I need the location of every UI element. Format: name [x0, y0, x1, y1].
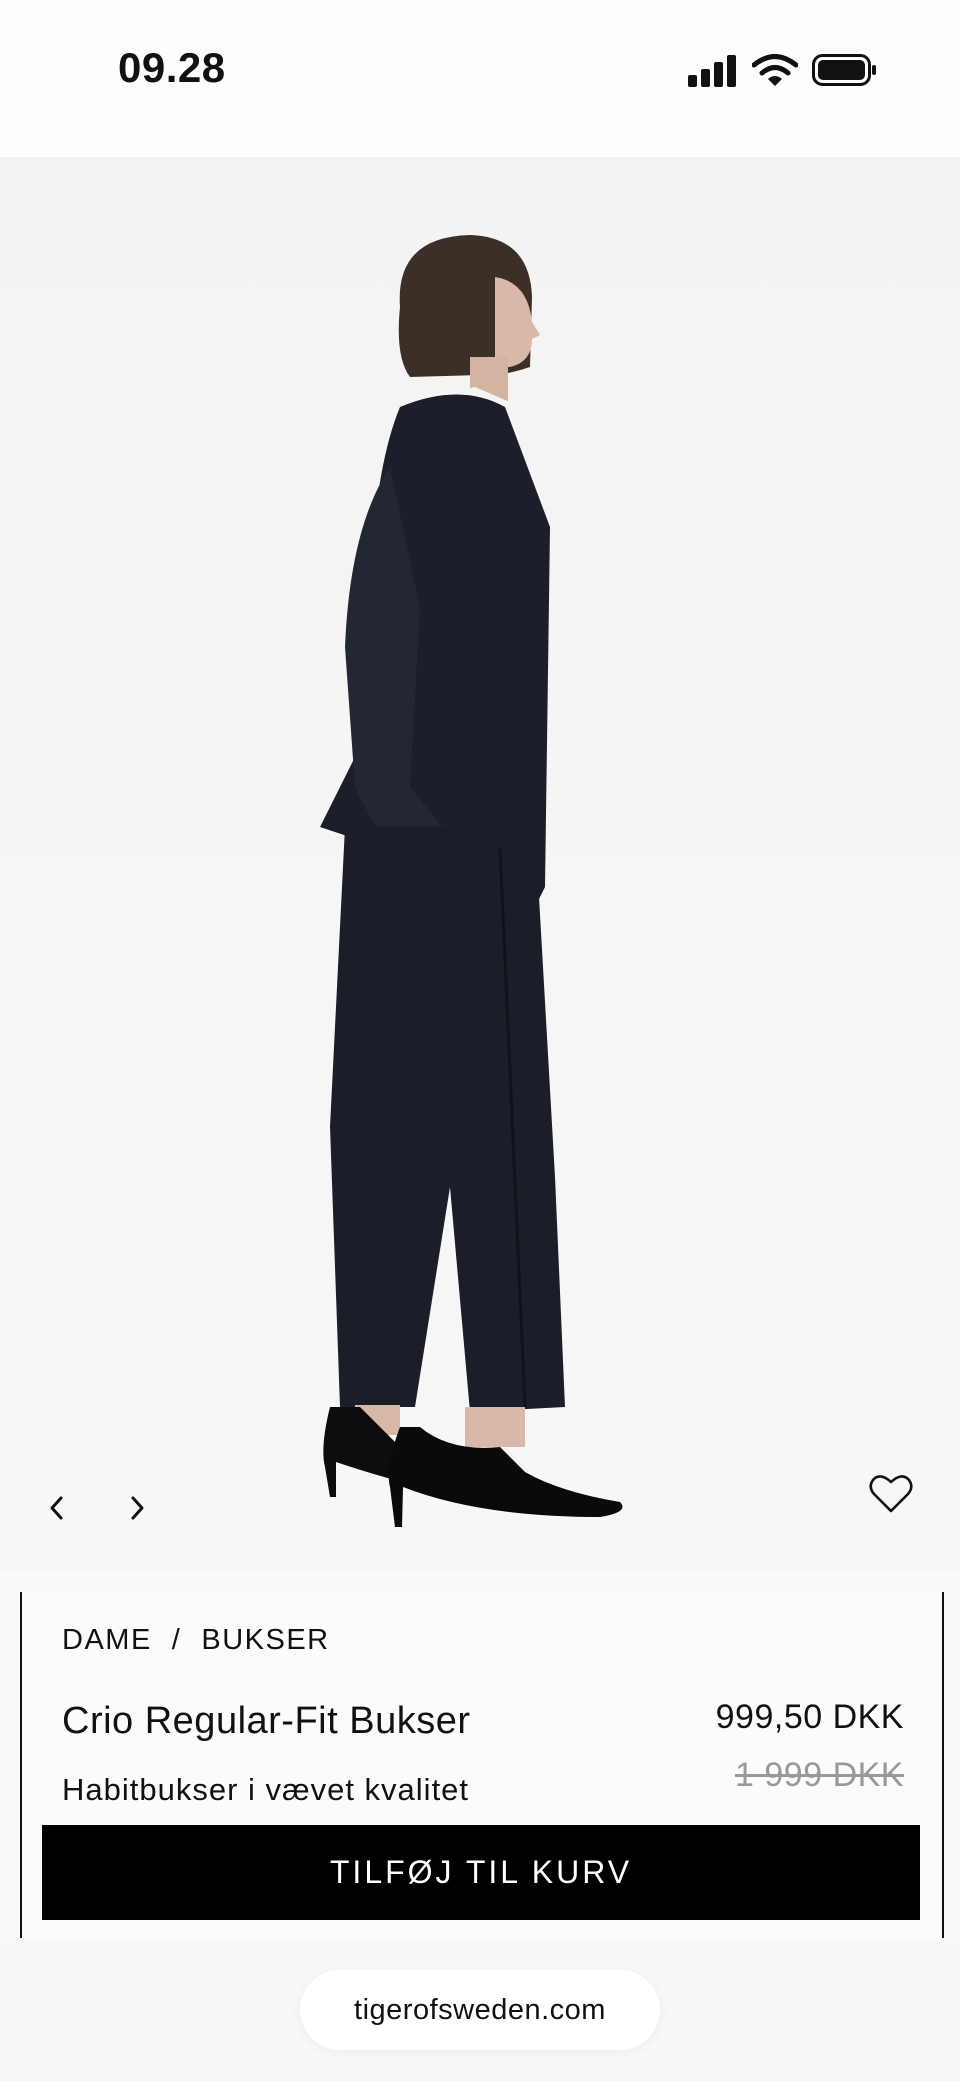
add-to-cart-button[interactable]: TILFØJ TIL KURV	[42, 1825, 920, 1920]
product-image-gallery[interactable]	[0, 157, 960, 1572]
chevron-right-icon	[131, 1496, 144, 1520]
browser-bottom-bar: tigerofsweden.com	[0, 1938, 960, 2081]
status-bar: 09.28	[0, 0, 960, 157]
original-price: 1 999 DKK	[735, 1756, 904, 1794]
product-photo	[320, 235, 623, 1527]
product-info-panel: DAME / BUKSER Crio Regular-Fit Bukser Habi…	[20, 1592, 944, 1938]
address-bar[interactable]: tigerofsweden.com	[300, 1970, 660, 2050]
breadcrumb-item-dame[interactable]: DAME	[62, 1624, 152, 1656]
breadcrumb-separator: /	[171, 1624, 182, 1656]
product-page: 09.28 DAME / BUKSER Crio Regular-Fit Buk…	[0, 0, 960, 2081]
breadcrumb-item-bukser[interactable]: BUKSER	[201, 1624, 329, 1656]
previous-image-button[interactable]	[32, 1483, 82, 1533]
breadcrumb: DAME / BUKSER	[62, 1624, 330, 1657]
product-title: Crio Regular-Fit Bukser	[62, 1700, 471, 1742]
battery-icon	[812, 54, 876, 86]
next-image-button[interactable]	[112, 1483, 162, 1533]
chevron-left-icon	[50, 1496, 63, 1520]
heart-icon[interactable]	[866, 1469, 916, 1519]
current-price: 999,50 DKK	[715, 1698, 904, 1736]
product-description: Habitbukser i vævet kvalitet	[62, 1772, 470, 1807]
status-time: 09.28	[118, 44, 226, 91]
cellular-signal-icon	[688, 55, 738, 87]
wifi-icon	[752, 54, 798, 86]
